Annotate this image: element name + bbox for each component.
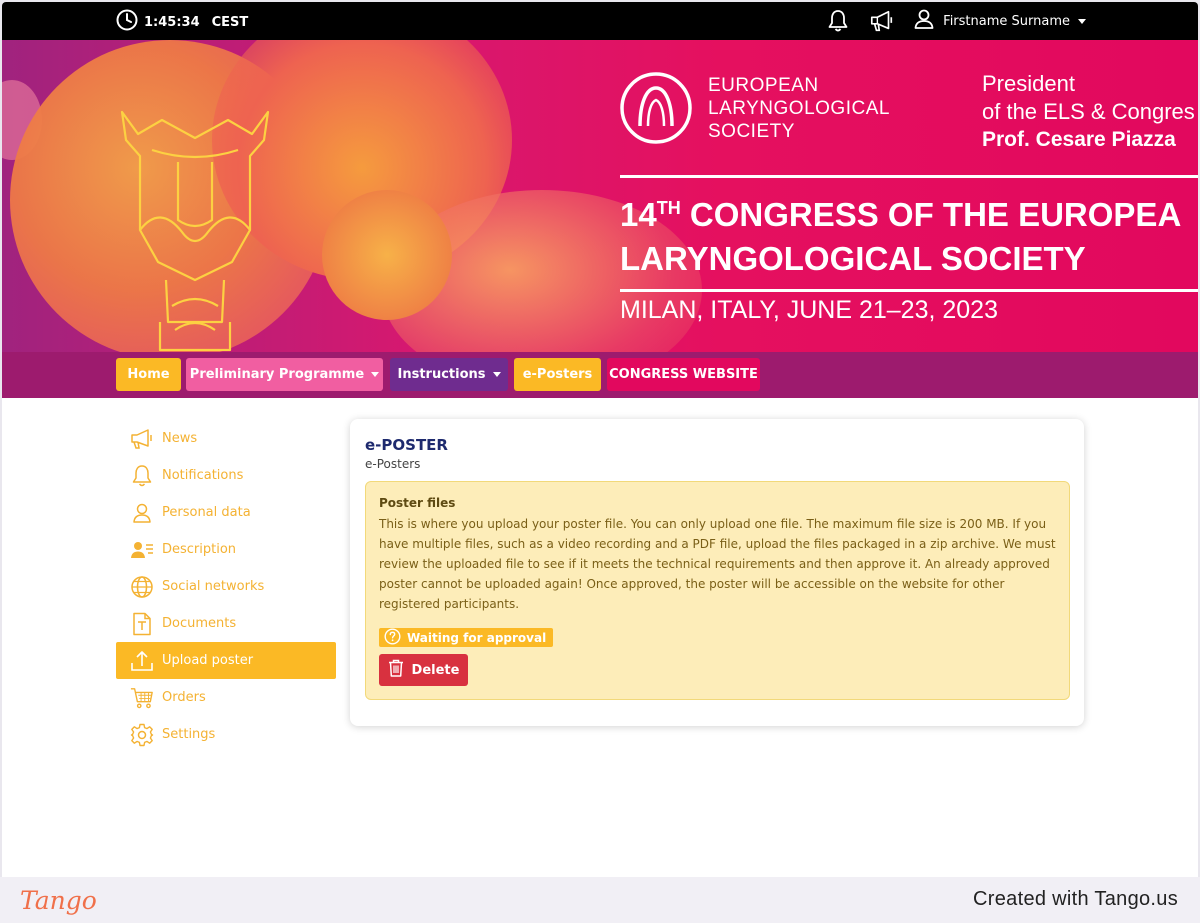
- card-subtitle: e-Posters: [365, 457, 421, 471]
- nav-instructions-label: Instructions: [397, 367, 486, 382]
- sidebar-item-description[interactable]: Description: [116, 531, 336, 568]
- nav-e-posters-label: e-Posters: [522, 367, 593, 382]
- clock: 1:45:34 CEST: [116, 9, 248, 35]
- divider: [620, 175, 1198, 178]
- bell-icon[interactable]: [825, 8, 851, 34]
- sidebar-item-orders[interactable]: Orders: [116, 679, 336, 716]
- user-icon: [130, 501, 154, 525]
- sidebar: News Notifications Personal data Descrip…: [116, 420, 336, 753]
- society-name-line2: LARYNGOLOGICAL: [708, 97, 890, 119]
- president-info: President of the ELS & Congres Prof. Ces…: [982, 70, 1195, 154]
- nav-preliminary-label: Preliminary Programme: [189, 367, 365, 382]
- status-text: Waiting for approval: [407, 630, 547, 645]
- card-title: e-POSTER: [365, 436, 448, 454]
- cart-icon: [130, 686, 154, 710]
- sidebar-item-label: Description: [162, 542, 237, 557]
- sidebar-item-label: Personal data: [162, 505, 251, 520]
- clock-icon: [116, 9, 138, 35]
- sidebar-item-news[interactable]: News: [116, 420, 336, 457]
- notice-title: Poster files: [379, 496, 456, 510]
- user-name: Firstname Surname: [943, 13, 1070, 29]
- sidebar-item-label: Orders: [162, 690, 206, 705]
- e-poster-card: e-POSTER e-Posters Poster files This is …: [350, 419, 1084, 726]
- user-menu[interactable]: Firstname Surname: [913, 8, 1086, 34]
- sidebar-item-label: Social networks: [162, 579, 265, 594]
- main-nav: Home Preliminary Programme Instructions …: [2, 352, 1198, 398]
- user-list-icon: [130, 538, 154, 562]
- els-logo-icon: [620, 72, 692, 144]
- chevron-down-icon: [1078, 18, 1086, 24]
- bell-icon: [130, 464, 154, 488]
- sidebar-item-personal-data[interactable]: Personal data: [116, 494, 336, 531]
- top-bar: 1:45:34 CEST Firstname Surname: [2, 2, 1198, 40]
- poster-files-notice: Poster files This is where you upload yo…: [365, 481, 1070, 700]
- sidebar-item-social-networks[interactable]: Social networks: [116, 568, 336, 605]
- trash-icon: [388, 659, 404, 681]
- society-name-line3: SOCIETY: [708, 120, 795, 142]
- sidebar-item-label: Upload poster: [162, 653, 254, 668]
- upload-icon: [130, 649, 154, 673]
- gear-icon: [130, 723, 154, 747]
- top-actions: Firstname Surname: [825, 8, 1086, 34]
- divider: [620, 289, 1198, 292]
- tango-footer: Tango Created with Tango.us: [0, 877, 1200, 923]
- congress-title-line2: LARYNGOLOGICAL SOCIETY: [620, 240, 1086, 277]
- nav-home[interactable]: Home: [116, 358, 181, 391]
- nav-e-posters[interactable]: e-Posters: [514, 358, 601, 391]
- sidebar-item-upload-poster[interactable]: Upload poster: [116, 642, 336, 679]
- notice-body: This is where you upload your poster fil…: [379, 517, 1056, 611]
- created-with-text: Created with Tango.us: [973, 888, 1178, 910]
- document-icon: [130, 612, 154, 636]
- nav-home-label: Home: [127, 367, 170, 382]
- sidebar-item-settings[interactable]: Settings: [116, 716, 336, 753]
- congress-number: 14: [620, 196, 657, 233]
- clock-timezone: CEST: [211, 14, 249, 30]
- tango-logo: Tango: [20, 886, 97, 915]
- els-logo: EUROPEAN LARYNGOLOGICAL SOCIETY: [618, 70, 890, 146]
- sidebar-item-label: News: [162, 431, 198, 446]
- congress-title-line1: CONGRESS OF THE EUROPEA: [680, 196, 1182, 233]
- question-circle-icon: [384, 627, 401, 648]
- megaphone-icon[interactable]: [869, 8, 895, 34]
- congress-dates: MILAN, ITALY, JUNE 21–23, 2023: [620, 296, 998, 324]
- sidebar-item-label: Settings: [162, 727, 216, 742]
- sidebar-item-label: Notifications: [162, 468, 244, 483]
- chevron-down-icon: [371, 372, 380, 377]
- president-role: of the ELS & Congres: [982, 99, 1195, 124]
- congress-banner: EUROPEAN LARYNGOLOGICAL SOCIETY Presiden…: [2, 40, 1198, 354]
- sidebar-item-label: Documents: [162, 616, 237, 631]
- megaphone-icon: [130, 427, 154, 451]
- globe-icon: [130, 575, 154, 599]
- congress-ordinal: TH: [656, 198, 681, 218]
- society-name-line1: EUROPEAN: [708, 74, 819, 96]
- president-name: Prof. Cesare Piazza: [982, 128, 1176, 151]
- chevron-down-icon: [492, 372, 501, 377]
- delete-button[interactable]: Delete: [379, 654, 468, 686]
- nav-preliminary-programme[interactable]: Preliminary Programme: [186, 358, 383, 391]
- app-window: 1:45:34 CEST Firstname Surname EUROPEAN …: [2, 2, 1198, 877]
- sidebar-item-documents[interactable]: Documents: [116, 605, 336, 642]
- clock-time: 1:45:34: [144, 14, 200, 30]
- status-badge: Waiting for approval: [379, 627, 554, 648]
- nav-congress-website[interactable]: CONGRESS WEBSITE: [607, 358, 760, 391]
- sidebar-item-notifications[interactable]: Notifications: [116, 457, 336, 494]
- larynx-illustration: [120, 110, 270, 352]
- delete-label: Delete: [411, 662, 460, 678]
- president-title: President: [982, 71, 1075, 96]
- nav-congress-website-label: CONGRESS WEBSITE: [609, 367, 758, 382]
- nav-instructions[interactable]: Instructions: [390, 358, 508, 391]
- user-icon: [913, 8, 935, 34]
- congress-title: 14TH CONGRESS OF THE EUROPEA LARYNGOLOGI…: [620, 175, 1198, 292]
